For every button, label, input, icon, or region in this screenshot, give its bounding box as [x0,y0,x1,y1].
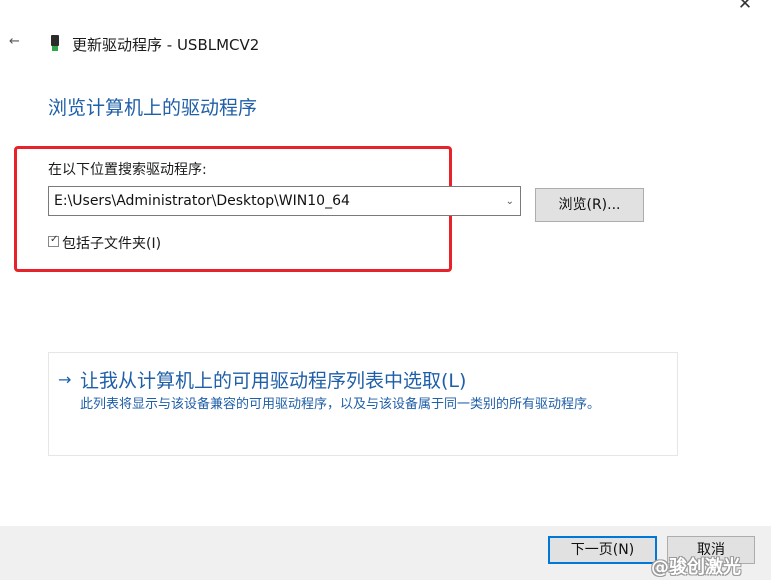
driver-path-value[interactable]: E:\Users\Administrator\Desktop\WIN10_64 [54,193,350,209]
next-button[interactable]: 下一页(N) [548,536,657,564]
include-subfolders-checkbox[interactable]: ✓ [48,234,59,247]
back-button[interactable]: ← [9,34,27,52]
usb-device-icon [51,35,59,52]
back-arrow-icon[interactable]: ← [9,34,20,49]
chevron-down-icon[interactable]: ⌄ [506,196,514,207]
browse-button[interactable]: 浏览(R)... [535,188,644,222]
search-location-label: 在以下位置搜索驱动程序: [48,162,207,178]
include-subfolders-label[interactable]: 包括子文件夹(I) [62,233,161,253]
page-heading: 浏览计算机上的驱动程序 [48,97,258,119]
close-button[interactable]: ✕ [733,0,757,14]
window-title: 更新驱动程序 - USBLMCV2 [72,36,260,54]
pick-from-list-description: 此列表将显示与该设备兼容的可用驱动程序，以及与该设备属于同一类别的所有驱动程序。 [80,397,601,412]
driver-path-combobox[interactable]: E:\Users\Administrator\Desktop\WIN10_64 … [48,186,521,216]
arrow-right-icon: → [58,370,72,389]
pick-from-list-title[interactable]: 让我从计算机上的可用驱动程序列表中选取(L) [80,366,466,393]
watermark: @骏创激光 [651,557,741,578]
checkmark-icon: ✓ [50,234,59,245]
close-icon[interactable]: ✕ [738,0,752,14]
